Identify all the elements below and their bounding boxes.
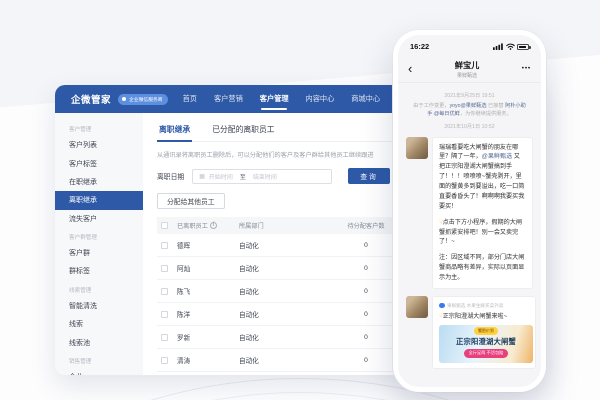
nav-item-home[interactable]: 首页 [182, 85, 198, 114]
sidebar-section-leads-mgmt: 线索管理 [55, 281, 143, 297]
employee-name: 陈飞 [177, 286, 239, 296]
phone-mockup: 16:22 ‹ [393, 30, 546, 392]
miniprogram-card[interactable]: 蟹肥价到 正宗阳澄湖大闸蟹 全斤足两 不活包赔 [439, 325, 533, 363]
tab-assigned-employees[interactable]: 已分配的离职员工 [210, 120, 276, 141]
card-promo-pill: 全斤足两 不活包赔 [464, 349, 509, 358]
nav-item-content-center[interactable]: 内容中心 [305, 85, 336, 114]
badge-label: 企业微信服务商 [129, 98, 163, 103]
chat-message: 果鲜甄选 水果生鲜买菜外卖 ☟正宗阳澄湖大闸蟹来啦~ 蟹肥价到 正宗阳澄湖大闸蟹… [406, 296, 533, 369]
employee-dept: 自动化 [239, 263, 323, 273]
system-notice: 由于工作变更，yoyo@果鲜甄选 已接替 阿朴小助手 @每日优鲜，为你继续提供服… [406, 102, 533, 119]
sidebar-item-customer-tags[interactable]: 客户标签 [55, 154, 143, 172]
sidebar-item-lost-customers[interactable]: 流失客户 [55, 210, 143, 228]
back-chevron-icon[interactable]: ‹ [408, 62, 412, 75]
start-date-placeholder: 开始时间 [209, 172, 233, 181]
sidebar-item-resigned-inherit[interactable]: 离职继承 [55, 191, 143, 209]
chat-scroll-area[interactable]: 2021年9月25日 19:51 由于工作变更，yoyo@果鲜甄选 已接替 阿朴… [398, 83, 541, 387]
employee-dept: 自动化 [239, 332, 323, 342]
chat-subtitle: 果鲜甄选 [455, 72, 480, 79]
more-menu-icon[interactable]: ••• [522, 65, 531, 72]
chat-timestamp: 2021年10月1日 10:52 [406, 123, 533, 130]
header-employee: 已离职员工 [177, 221, 208, 230]
wifi-icon [506, 43, 515, 50]
date-separator: 至 [240, 172, 246, 181]
employee-name: 阿灿 [177, 263, 239, 273]
employee-name: 罗新 [177, 332, 239, 342]
search-button[interactable]: 查询 [348, 168, 390, 184]
chat-timestamp: 2021年9月25日 19:51 [406, 92, 533, 99]
sidebar-item-customer-list[interactable]: 客户列表 [55, 136, 143, 154]
phone-screen: 16:22 ‹ [398, 35, 541, 387]
nav-item-marketing[interactable]: 客户营销 [213, 85, 244, 114]
row-checkbox[interactable] [161, 288, 168, 295]
employee-name: 陈洋 [177, 309, 239, 319]
status-time: 16:22 [410, 42, 429, 51]
row-checkbox[interactable] [161, 311, 168, 318]
miniprogram-source: 果鲜甄选 水果生鲜买菜外卖 [439, 302, 529, 309]
row-checkbox[interactable] [161, 265, 168, 272]
sidebar-item-active-inherit[interactable]: 在职继承 [55, 173, 143, 191]
chat-message: 瑞瑞看要吃大闸蟹的朋友在哪里？隔了一年，@果鲜甄选 又把正宗阳澄湖大闸蟹搞到手了… [406, 137, 533, 289]
nav-item-customer-mgmt[interactable]: 客户管理 [259, 85, 290, 114]
message-bubble: 瑞瑞看要吃大闸蟹的朋友在哪里？隔了一年，@果鲜甄选 又把正宗阳澄湖大闸蟹搞到手了… [432, 137, 533, 289]
employee-dept: 自动化 [239, 240, 323, 250]
sidebar-section-group-mgmt: 客户群管理 [55, 228, 143, 244]
battery-icon [517, 44, 529, 50]
nav-item-mall-center[interactable]: 商城中心 [350, 85, 381, 114]
service-provider-badge: 企业微信服务商 [118, 94, 168, 105]
filter-label: 离职日期 [157, 171, 184, 181]
miniprogram-logo-icon [439, 303, 445, 309]
sidebar-item-smart-clean[interactable]: 智能清洗 [55, 297, 143, 315]
sidebar-item-enterprise[interactable]: 企业 [55, 368, 143, 375]
sidebar-section-customer-mgmt: 客户管理 [55, 120, 143, 136]
message-paragraph: ☟正宗阳澄湖大闸蟹来啦~ [439, 312, 529, 322]
row-checkbox[interactable] [161, 357, 168, 364]
mention-link[interactable]: @果鲜甄选 [482, 153, 513, 160]
row-checkbox[interactable] [161, 334, 168, 341]
employee-dept: 自动化 [239, 355, 323, 365]
contact-avatar[interactable] [406, 296, 428, 318]
end-date-placeholder: 结束时间 [253, 172, 277, 181]
header-department: 所属部门 [239, 221, 323, 230]
card-title: 正宗阳澄湖大闸蟹 [456, 336, 516, 348]
signal-icon [493, 43, 503, 50]
info-icon: i [210, 222, 217, 229]
card-badge: 蟹肥价到 [474, 327, 498, 334]
app-logo: 企微管家 [71, 92, 111, 106]
employee-dept: 自动化 [239, 286, 323, 296]
sidebar-item-customer-groups[interactable]: 客户群 [55, 244, 143, 262]
chat-header: ‹ 鲜宝儿 果鲜甄选 ••• [398, 55, 541, 83]
sidebar-item-group-tags[interactable]: 群标签 [55, 262, 143, 280]
select-all-checkbox[interactable] [161, 222, 168, 229]
employee-name: 清涛 [177, 355, 239, 365]
date-range-input[interactable]: ▦ 开始时间 至 结束时间 [192, 169, 332, 184]
sidebar: 客户管理 客户列表 客户标签 在职继承 离职继承 流失客户 客户群管理 客户群 … [55, 113, 143, 375]
background-arc [0, 392, 600, 400]
employee-dept: 自动化 [239, 309, 323, 319]
message-paragraph: ☟点击下方小程序，假期的大闸蟹抓紧安排吧！别一会又卖完了！~ [439, 218, 526, 248]
message-bubble: 果鲜甄选 水果生鲜买菜外卖 ☟正宗阳澄湖大闸蟹来啦~ 蟹肥价到 正宗阳澄湖大闸蟹… [432, 296, 536, 369]
contact-avatar[interactable] [406, 137, 428, 159]
sidebar-item-leads[interactable]: 线索 [55, 315, 143, 333]
sidebar-section-sales-mgmt: 销售管理 [55, 352, 143, 368]
sidebar-item-lead-pool[interactable]: 线索池 [55, 333, 143, 351]
badge-dot-icon [122, 97, 126, 101]
assign-to-others-button[interactable]: 分配给其他员工 [157, 193, 225, 209]
tab-resigned-inherit[interactable]: 离职继承 [157, 120, 192, 141]
calendar-icon: ▦ [199, 173, 205, 180]
screenshot-stage: 企微管家 企业微信服务商 首页 客户营销 客户管理 内容中心 商城中心 会话存档… [0, 0, 600, 400]
status-bar: 16:22 [398, 35, 541, 55]
message-paragraph: 注：因区域不同，部分门店大闸蟹商品略有差异，实际以页面显示为主。 [439, 253, 526, 283]
employee-name: 德晖 [177, 240, 239, 250]
message-paragraph: 瑞瑞看要吃大闸蟹的朋友在哪里？隔了一年，@果鲜甄选 又把正宗阳澄湖大闸蟹搞到手了… [439, 143, 526, 212]
chat-title: 鲜宝儿 [455, 59, 480, 71]
mention-link[interactable]: yoyo@果鲜甄选 [450, 103, 487, 109]
row-checkbox[interactable] [161, 242, 168, 249]
